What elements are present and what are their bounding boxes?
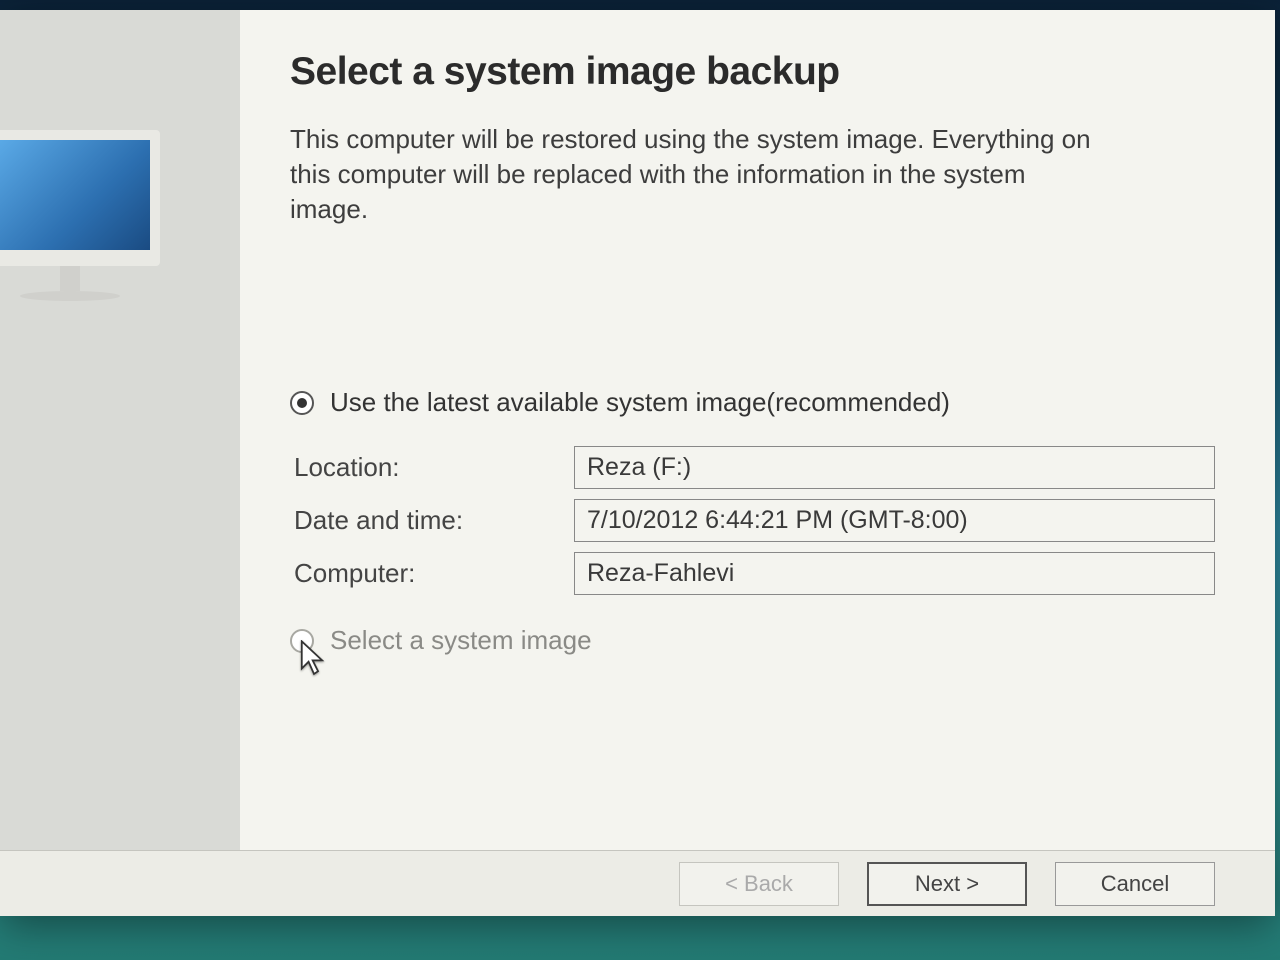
field-computer-row: Computer: Reza-Fahlevi [294,552,1215,595]
wizard-button-bar: < Back Next > Cancel [0,850,1275,916]
field-location-row: Location: Reza (F:) [294,446,1215,489]
back-button[interactable]: < Back [679,862,839,906]
radio-use-latest-label: Use the latest available system image(re… [330,387,950,418]
field-datetime-row: Date and time: 7/10/2012 6:44:21 PM (GMT… [294,499,1215,542]
wizard-side-graphic [0,10,240,850]
radio-select-image[interactable]: Select a system image [290,625,1215,656]
field-datetime-label: Date and time: [294,499,574,542]
dialog-title: Select a system image backup [290,50,1215,94]
radio-icon [290,391,314,415]
restore-wizard-dialog: Select a system image backup This comput… [0,10,1275,915]
latest-image-fields: Location: Reza (F:) Date and time: 7/10/… [294,446,1215,595]
cancel-button[interactable]: Cancel [1055,862,1215,906]
radio-select-image-label: Select a system image [330,625,592,656]
desktop-background: Select a system image backup This comput… [0,0,1280,960]
field-location-value: Reza (F:) [574,446,1215,489]
radio-use-latest[interactable]: Use the latest available system image(re… [290,387,1215,418]
dialog-description: This computer will be restored using the… [290,122,1110,227]
wizard-body: Select a system image backup This comput… [0,10,1275,850]
field-computer-label: Computer: [294,552,574,595]
field-location-label: Location: [294,446,574,489]
next-button[interactable]: Next > [867,862,1027,906]
field-datetime-value: 7/10/2012 6:44:21 PM (GMT-8:00) [574,499,1215,542]
radio-icon [290,629,314,653]
field-computer-value: Reza-Fahlevi [574,552,1215,595]
wizard-content: Select a system image backup This comput… [240,10,1275,850]
monitor-icon [0,130,170,320]
